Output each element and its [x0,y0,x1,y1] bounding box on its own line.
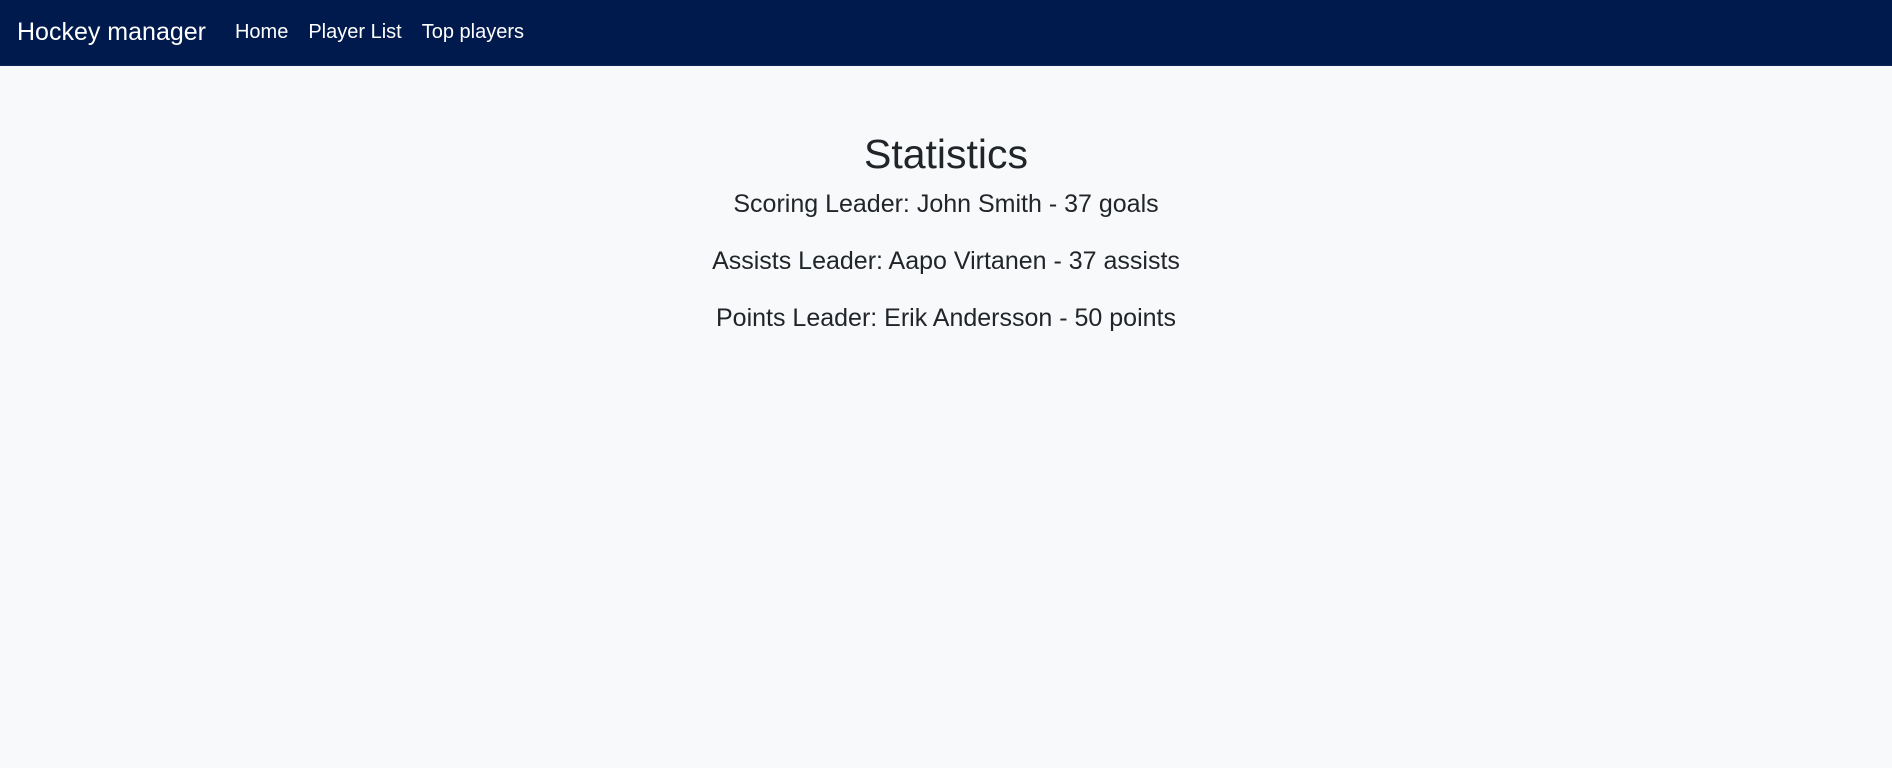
page-title: Statistics [863,131,1029,177]
scoring-leader-text: Scoring Leader: John Smith - 37 goals [733,190,1159,219]
nav-links: Home Player List Top players [235,21,524,44]
assists-leader-text: Assists Leader: Aapo Virtanen - 37 assis… [712,247,1180,276]
nav-link-top-players[interactable]: Top players [422,21,524,44]
main-content: Statistics Scoring Leader: John Smith - … [0,66,1892,333]
nav-link-player-list[interactable]: Player List [308,21,401,44]
nav-link-home[interactable]: Home [235,21,288,44]
top-navbar: Hockey manager Home Player List Top play… [0,0,1892,66]
points-leader-text: Points Leader: Erik Andersson - 50 point… [716,304,1176,333]
brand-link[interactable]: Hockey manager [17,18,206,47]
